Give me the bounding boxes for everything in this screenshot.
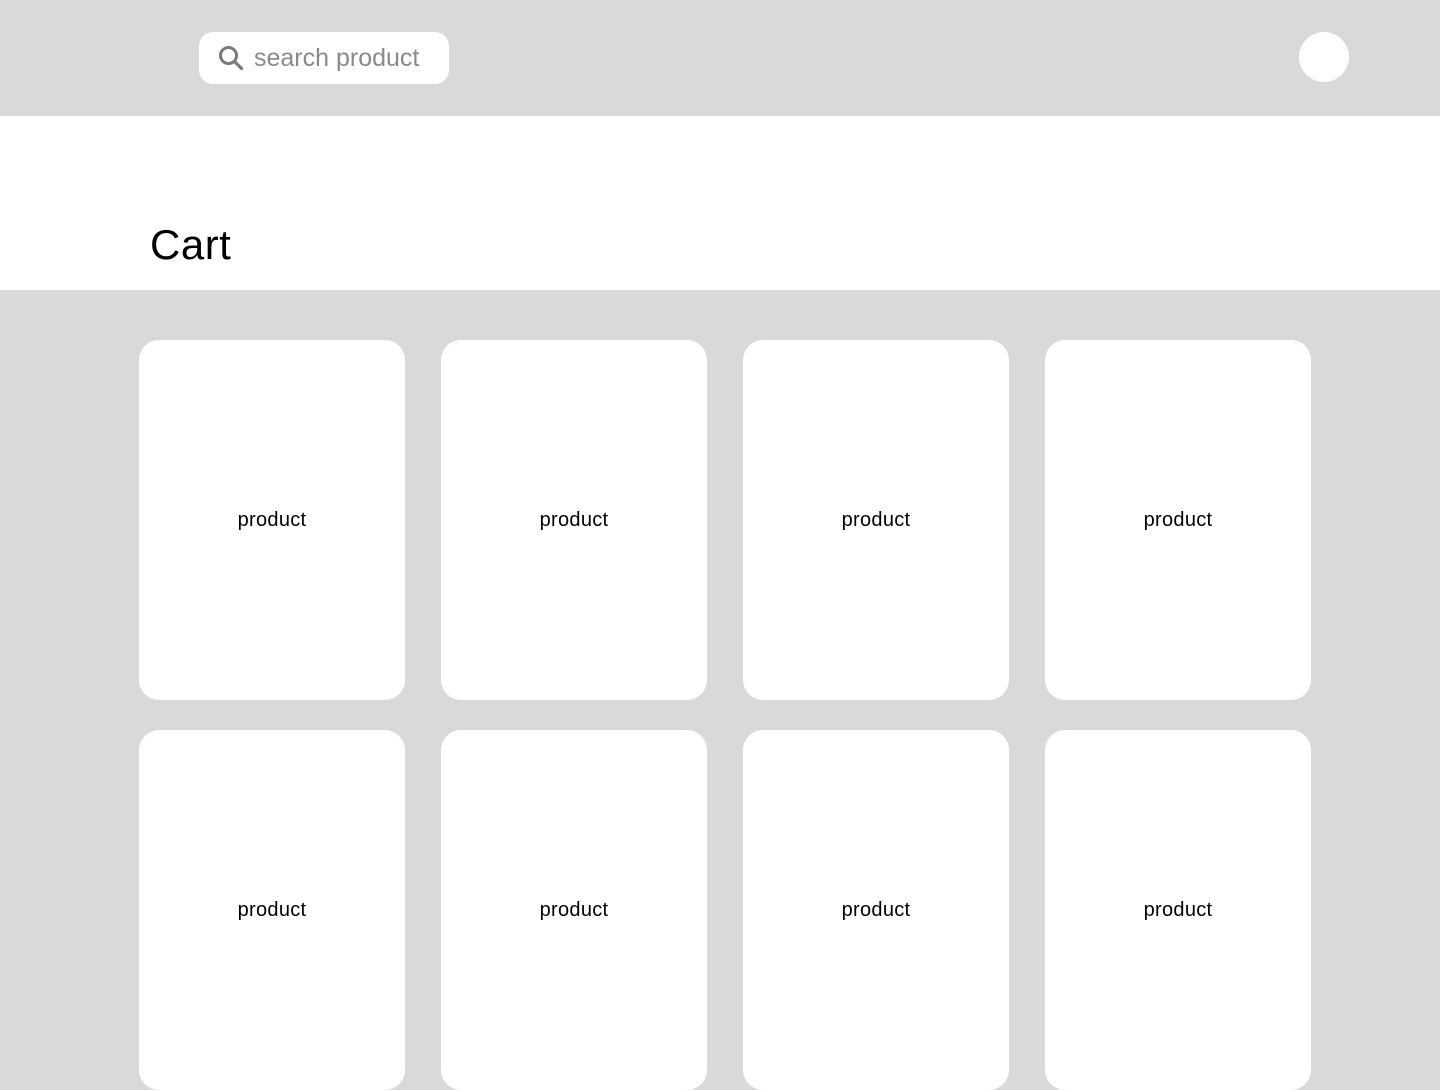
search-icon xyxy=(218,45,244,71)
product-card[interactable]: product xyxy=(743,730,1009,1090)
product-card[interactable]: product xyxy=(1045,340,1311,700)
product-card-label: product xyxy=(1143,508,1213,531)
product-card[interactable]: product xyxy=(441,340,707,700)
product-card-label: product xyxy=(237,898,307,921)
product-card-label: product xyxy=(841,508,911,531)
top-bar xyxy=(0,0,1440,116)
product-card[interactable]: product xyxy=(139,340,405,700)
product-card-label: product xyxy=(539,508,609,531)
product-card[interactable]: product xyxy=(139,730,405,1090)
page-title: Cart xyxy=(150,221,232,268)
product-card-label: product xyxy=(539,898,609,921)
product-card-label: product xyxy=(237,508,307,531)
product-card[interactable]: product xyxy=(441,730,707,1090)
product-card[interactable]: product xyxy=(1045,730,1311,1090)
search-box[interactable] xyxy=(199,32,449,84)
avatar[interactable] xyxy=(1299,32,1349,82)
product-card-label: product xyxy=(1143,898,1213,921)
product-grid: product product product product product … xyxy=(139,340,1311,1090)
product-card-label: product xyxy=(841,898,911,921)
search-input[interactable] xyxy=(254,43,444,73)
product-card[interactable]: product xyxy=(743,340,1009,700)
